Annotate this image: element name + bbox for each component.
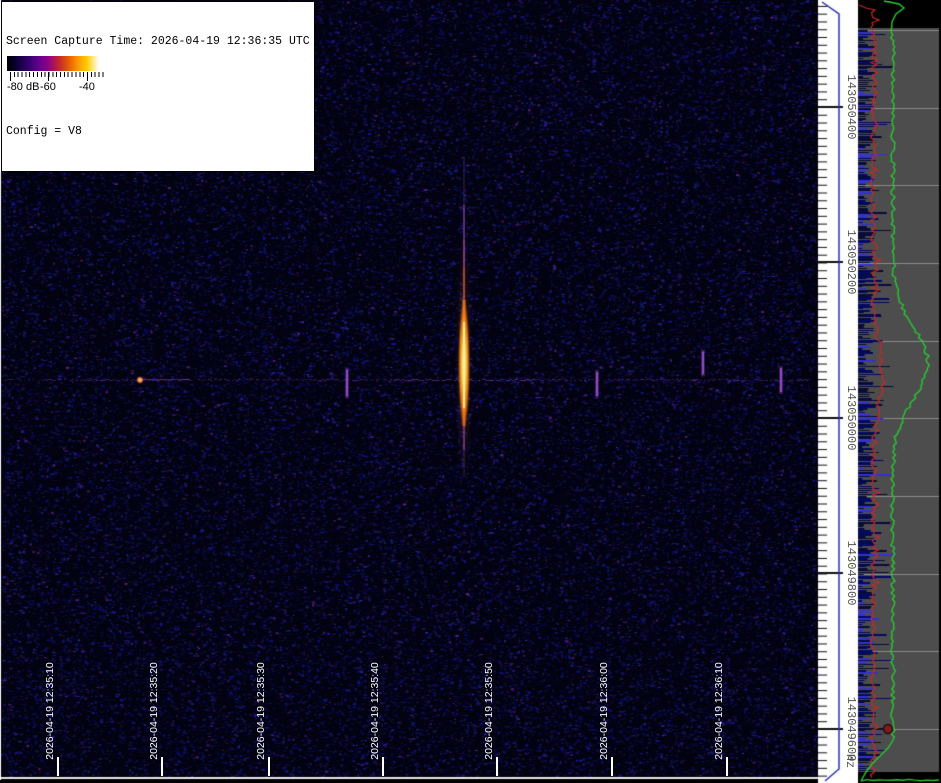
time-axis-label: 2026-04-19 12:35:40 bbox=[369, 662, 381, 760]
time-axis-label: 2026-04-19 12:35:20 bbox=[148, 662, 160, 760]
time-axis-label: 2026-04-19 12:36:00 bbox=[598, 662, 610, 760]
colorbar-tick-minus80 bbox=[10, 72, 11, 81]
colorbar-gradient bbox=[7, 56, 108, 71]
capture-time-text: Screen Capture Time: 2026-04-19 12:36:35… bbox=[6, 34, 310, 49]
frequency-unit-label: Hz bbox=[843, 754, 857, 768]
frequency-label: 143049800 bbox=[844, 541, 858, 606]
spectrogram-screen-capture: Screen Capture Time: 2026-04-19 12:36:35… bbox=[0, 0, 941, 783]
colorbar-label-minus80db: -80 dB bbox=[7, 81, 39, 93]
time-axis-label: 2026-04-19 12:35:50 bbox=[483, 662, 495, 760]
colorbar-label-minus40: -40 bbox=[79, 81, 95, 93]
colorbar-tick-minus60 bbox=[48, 72, 49, 81]
time-tick bbox=[726, 757, 728, 776]
time-tick bbox=[611, 757, 613, 776]
time-tick bbox=[382, 757, 384, 776]
time-tick bbox=[268, 757, 270, 776]
time-axis-label: 2026-04-19 12:35:30 bbox=[255, 662, 267, 760]
time-axis-label: 2026-04-19 12:35:10 bbox=[44, 662, 56, 760]
time-tick bbox=[496, 757, 498, 776]
colorbar-minor-ticks bbox=[10, 72, 104, 77]
intensity-colorbar: -80 dB -60 -40 bbox=[6, 55, 110, 97]
colorbar-tick-minus40 bbox=[87, 72, 88, 81]
colorbar-label-minus60: -60 bbox=[40, 81, 56, 93]
capture-config-text: Config = V8 bbox=[6, 124, 310, 139]
time-tick bbox=[57, 757, 59, 776]
time-tick bbox=[161, 757, 163, 776]
frequency-label: 143050200 bbox=[844, 230, 858, 295]
frequency-label: 143050000 bbox=[844, 386, 858, 451]
time-axis-label: 2026-04-19 12:36:10 bbox=[713, 662, 725, 760]
frequency-label: 143049600 bbox=[844, 697, 858, 762]
frequency-label: 143050400 bbox=[844, 75, 858, 140]
